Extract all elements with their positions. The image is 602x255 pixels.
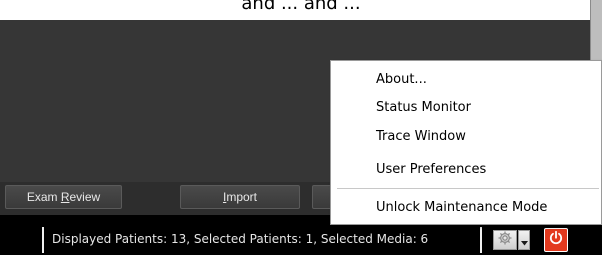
settings-menu: About... Status Monitor Trace Window Use… [330, 60, 602, 225]
partial-top-text: and ... and ... [241, 0, 361, 13]
menu-item-about[interactable]: About... [376, 70, 427, 90]
settings-dropdown-button[interactable] [518, 230, 530, 250]
top-strip: and ... and ... [0, 0, 602, 20]
import-label-post: mport [226, 190, 258, 204]
status-divider [42, 227, 44, 253]
exam-review-label-key: R [60, 190, 70, 204]
import-button[interactable]: Import [180, 185, 300, 209]
status-divider [480, 227, 482, 253]
status-text: Displayed Patients: 13, Selected Patient… [52, 232, 429, 246]
settings-button[interactable] [493, 230, 517, 250]
menu-item-unlock-maintenance-mode[interactable]: Unlock Maintenance Mode [376, 198, 547, 218]
menu-item-status-monitor[interactable]: Status Monitor [376, 98, 471, 118]
exam-review-button[interactable]: Exam Review [5, 185, 122, 209]
menu-item-user-preferences[interactable]: User Preferences [376, 160, 486, 180]
chevron-down-icon [520, 231, 528, 250]
gear-icon [497, 230, 513, 250]
exam-review-label-pre: Exam [26, 190, 61, 204]
power-icon [548, 230, 564, 250]
exam-review-label-post: eview [69, 190, 101, 204]
menu-item-trace-window[interactable]: Trace Window [376, 127, 466, 147]
power-button[interactable] [544, 228, 568, 252]
partial-button[interactable] [312, 185, 332, 209]
menu-separator [337, 188, 599, 189]
